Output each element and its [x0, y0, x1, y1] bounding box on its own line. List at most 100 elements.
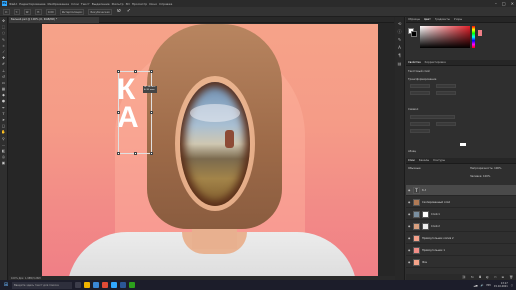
photoshop-taskbar-icon[interactable]	[111, 282, 117, 288]
info-icon[interactable]: ⓘ	[397, 29, 402, 34]
adjustment-layer-icon[interactable]: ◐	[486, 275, 489, 279]
path-select-icon[interactable]: ➤	[1, 118, 6, 123]
commit-transform-icon[interactable]: ✓	[126, 9, 132, 15]
leading-field[interactable]	[436, 122, 456, 126]
file-explorer-icon[interactable]	[84, 282, 90, 288]
layer-row[interactable]: ◉ Слой 1	[406, 209, 516, 220]
document-tab[interactable]: Белые2.psd @ 100% (К, RGB/8#) *	[9, 17, 99, 23]
layer-mask-thumbnail[interactable]	[422, 222, 429, 230]
tab-properties[interactable]: Свойства	[408, 61, 421, 64]
task-view-icon[interactable]	[75, 282, 81, 288]
fill-field[interactable]: Заливка: 100%	[470, 175, 490, 178]
hand-tool-icon[interactable]: ✋	[1, 130, 6, 135]
tab-adjustments[interactable]: Корректировка	[425, 61, 446, 64]
background-color-swatch[interactable]	[411, 31, 417, 37]
menu-layers[interactable]: Слои	[71, 2, 79, 6]
type-tool-icon[interactable]: T	[1, 112, 6, 117]
transform-handle[interactable]	[150, 70, 153, 73]
chrome-browser-icon[interactable]	[102, 282, 108, 288]
visibility-eye-icon[interactable]: ◉	[408, 225, 411, 228]
document-canvas[interactable]: К А Ш: 34 пикс В: 83 пикс	[42, 24, 378, 276]
pen-tool-icon[interactable]: ✒	[1, 106, 6, 111]
menu-image[interactable]: Изображение	[47, 2, 69, 6]
crop-tool-icon[interactable]: ⌗	[1, 44, 6, 49]
menu-type[interactable]: Текст	[81, 2, 90, 6]
text-color-chip[interactable]	[460, 143, 466, 146]
tab-layers[interactable]: Слои	[408, 159, 415, 162]
menu-edit[interactable]: Редактирование	[19, 2, 45, 6]
network-icon[interactable]: ▂▄	[474, 284, 478, 287]
healing-tool-icon[interactable]: ✚	[1, 56, 6, 61]
move-tool-icon[interactable]: ✥	[1, 19, 6, 24]
x-field[interactable]: X:	[3, 8, 10, 15]
menu-file[interactable]: Файл	[9, 2, 17, 6]
tracking-field[interactable]	[410, 129, 430, 133]
tab-channels[interactable]: Каналы	[419, 159, 429, 162]
new-group-icon[interactable]: ▭	[494, 275, 497, 279]
transform-bounding-box[interactable]	[117, 70, 153, 155]
stamp-tool-icon[interactable]: ⊥	[1, 69, 6, 74]
opacity-field[interactable]: Непрозрачность: 100%	[470, 167, 502, 170]
visibility-eye-icon[interactable]: ◉	[408, 201, 411, 204]
marquee-tool-icon[interactable]: ⬚	[1, 25, 6, 30]
clock[interactable]: 13:17 15.10.2021	[494, 282, 508, 288]
photoshop-logo[interactable]: Ps	[2, 1, 7, 6]
visibility-eye-icon[interactable]: ◉	[408, 189, 411, 192]
width-field[interactable]: W:	[23, 8, 32, 15]
blur-tool-icon[interactable]: ◆	[1, 93, 6, 98]
menu-select[interactable]: Выделение	[92, 2, 110, 6]
tab-patterns[interactable]: Узоры	[454, 18, 462, 21]
layer-mask-thumbnail[interactable]	[422, 210, 429, 218]
gradient-tool-icon[interactable]: ▦	[1, 87, 6, 92]
new-layer-icon[interactable]: ⊞	[502, 275, 505, 279]
volume-icon[interactable]: 🔊	[480, 284, 483, 287]
transform-handle[interactable]	[134, 152, 137, 155]
height-field[interactable]: H:	[35, 8, 42, 15]
y-field[interactable]: Y:	[13, 8, 20, 15]
tab-swatches[interactable]: Образцы	[408, 18, 420, 21]
menu-view[interactable]: Просмотр	[132, 2, 147, 6]
interpolation-select[interactable]: Бикубическая	[88, 8, 112, 15]
transform-handle[interactable]	[150, 152, 153, 155]
more-tools-icon[interactable]: …	[1, 143, 6, 148]
lasso-tool-icon[interactable]: ◌	[1, 31, 6, 36]
green-app-icon[interactable]	[129, 282, 135, 288]
link-layers-icon[interactable]: ⛓	[462, 275, 466, 279]
word-taskbar-icon[interactable]	[120, 282, 126, 288]
character-icon[interactable]: A	[397, 45, 402, 50]
transform-handle[interactable]	[134, 70, 137, 73]
menu-3d[interactable]: 3D	[126, 2, 130, 6]
tab-gradients[interactable]: Градиенты	[435, 18, 450, 21]
delete-layer-icon[interactable]: 🗑	[509, 275, 513, 279]
cancel-transform-icon[interactable]: ⊘	[116, 9, 122, 15]
prop-y-field[interactable]	[436, 91, 456, 95]
menu-help[interactable]: Справка	[159, 2, 172, 6]
blend-mode-select[interactable]: Обычные	[408, 167, 421, 170]
brush-settings-icon[interactable]: ✎	[397, 37, 402, 42]
edge-browser-icon[interactable]	[93, 282, 99, 288]
font-family-select[interactable]	[410, 115, 455, 119]
quick-mask-icon[interactable]: ◎	[1, 155, 6, 160]
font-size-field[interactable]	[410, 122, 430, 126]
close-window-button[interactable]: ✕	[511, 1, 514, 6]
history-icon[interactable]: ⟲	[397, 21, 402, 26]
angle-field[interactable]: 0.00	[45, 8, 56, 15]
eraser-tool-icon[interactable]: ▭	[1, 81, 6, 86]
notifications-icon[interactable]: ▢	[511, 284, 513, 287]
layer-row[interactable]: ◉ Прямоугольник 1	[406, 245, 516, 256]
history-brush-icon[interactable]: ↺	[1, 75, 6, 80]
visibility-eye-icon[interactable]: ◉	[408, 237, 411, 240]
taskbar-search-input[interactable]: Введите здесь текст для поиска	[12, 281, 72, 289]
visibility-eye-icon[interactable]: ◉	[408, 261, 411, 264]
paragraph-icon[interactable]: ¶	[397, 53, 402, 58]
transform-handle[interactable]	[117, 152, 120, 155]
maximize-button[interactable]: □	[502, 1, 506, 6]
transform-handle[interactable]	[117, 70, 120, 73]
transform-handle[interactable]	[117, 111, 120, 114]
shape-tool-icon[interactable]: ▢	[1, 124, 6, 129]
zoom-tool-icon[interactable]: ⚲	[1, 137, 6, 142]
menu-window[interactable]: Окно	[149, 2, 157, 6]
layer-row[interactable]: ◉ Скопированный слой	[406, 197, 516, 208]
color-swatches-icon[interactable]: ◧	[1, 149, 6, 154]
windows-start-icon[interactable]: ⊞	[3, 282, 9, 288]
